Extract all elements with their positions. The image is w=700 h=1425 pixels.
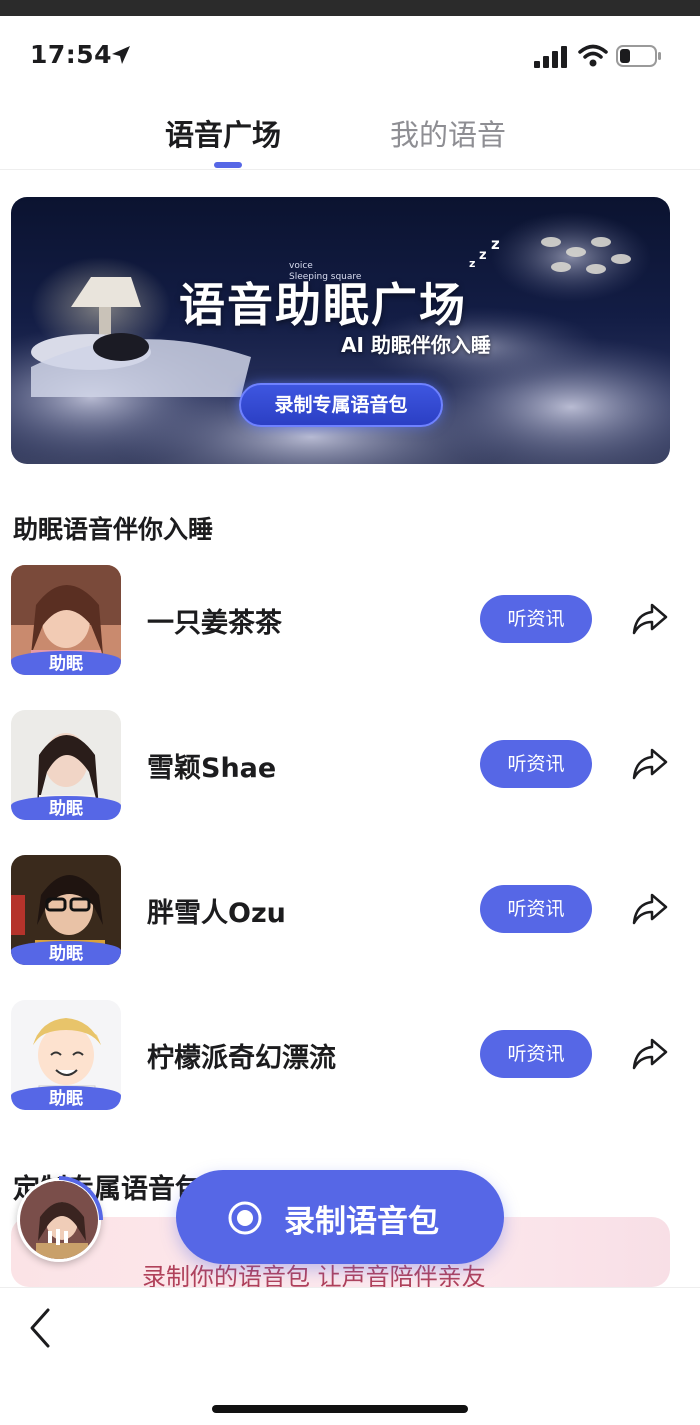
tab-my-voice[interactable]: 我的语音 [390, 112, 506, 154]
voice-list-item[interactable]: 助眠 一只姜茶茶 听资讯 [0, 565, 700, 677]
listen-news-button[interactable]: 听资讯 [480, 1030, 592, 1078]
avatar: 助眠 [11, 565, 121, 675]
wifi-icon [578, 44, 608, 67]
voice-list-item[interactable]: 助眠 柠檬派奇幻漂流 听资讯 [0, 1000, 700, 1112]
status-time: 17:54 [30, 40, 113, 69]
voice-list-item[interactable]: 助眠 雪颖Shae 听资讯 [0, 710, 700, 822]
listen-news-button[interactable]: 听资讯 [480, 885, 592, 933]
bottom-navigation-bar [0, 1287, 700, 1425]
banner-subtitle: AI 助眠伴你入睡 [341, 333, 491, 357]
avatar: 助眠 [11, 1000, 121, 1110]
avatar-badge: 助眠 [11, 651, 121, 675]
avatar-badge: 助眠 [11, 796, 121, 820]
avatar: 助眠 [11, 855, 121, 965]
share-icon[interactable] [630, 601, 670, 637]
voice-name: 雪颖Shae [147, 753, 277, 784]
avatar: 助眠 [11, 710, 121, 820]
record-icon [228, 1201, 262, 1235]
banner-title: 语音助眠广场 [179, 278, 467, 332]
top-strip [0, 0, 700, 16]
cellular-signal-icon [534, 46, 567, 68]
svg-text:z: z [469, 257, 475, 270]
listen-news-button[interactable]: 听资讯 [480, 595, 592, 643]
active-tab-indicator [214, 162, 242, 168]
svg-text:z: z [479, 248, 487, 263]
tab-voice-square[interactable]: 语音广场 [165, 112, 281, 154]
voice-name: 一只姜茶茶 [147, 608, 282, 639]
location-arrow-icon [112, 46, 130, 64]
share-icon[interactable] [630, 891, 670, 927]
record-button-label: 录制语音包 [284, 1204, 439, 1240]
mini-player-progress-icon [58, 1176, 103, 1221]
share-icon[interactable] [630, 1036, 670, 1072]
status-bar: 17:54 [0, 16, 700, 94]
voice-name: 柠檬派奇幻漂流 [147, 1043, 336, 1074]
voice-name: 胖雪人Ozu [147, 898, 286, 929]
tab-bar: 语音广场 我的语音 [0, 94, 700, 170]
avatar-badge: 助眠 [11, 1086, 121, 1110]
avatar-badge: 助眠 [11, 941, 121, 965]
voice-list-item[interactable]: 助眠 胖雪人Ozu 听资讯 [0, 855, 700, 967]
back-chevron-icon[interactable] [26, 1306, 56, 1350]
sleep-voice-banner[interactable]: z z z voice Sleeping square 语音助眠广场 AI 助眠… [11, 197, 670, 464]
home-indicator [212, 1405, 468, 1413]
record-exclusive-voice-pack-button[interactable]: 录制专属语音包 [239, 383, 443, 427]
record-voice-pack-button[interactable]: 录制语音包 [176, 1170, 504, 1264]
section-title: 助眠语音伴你入睡 [13, 515, 214, 544]
battery-icon [616, 45, 661, 67]
share-icon[interactable] [630, 746, 670, 782]
listen-news-button[interactable]: 听资讯 [480, 740, 592, 788]
svg-text:z: z [491, 235, 500, 253]
